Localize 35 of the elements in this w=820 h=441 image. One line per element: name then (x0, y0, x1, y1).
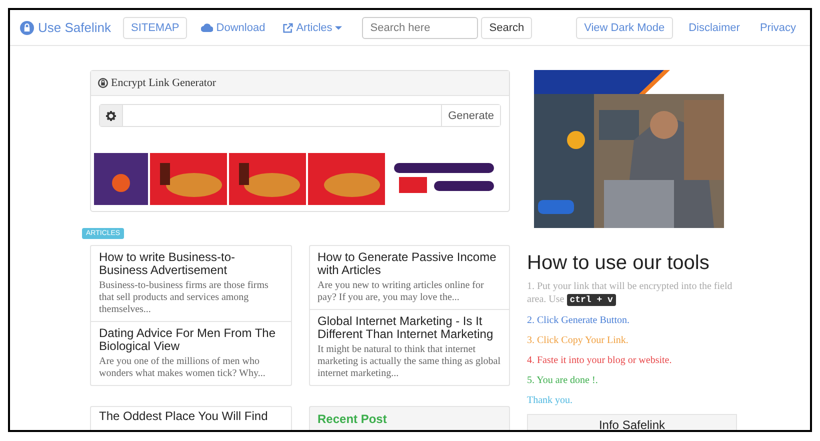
shortcut-key: ctrl + v (566, 294, 616, 306)
step-text: 1. Put your link that will be encrypted into the field area. Use ctrl + v (527, 280, 734, 307)
step-text: 5. You are done !. (527, 374, 599, 387)
article-title[interactable]: Global Internet Marketing - Is It Different Than Internet Marketing (318, 315, 501, 341)
article-card[interactable]: How to Generate Passive Income with Articles Are you new to writing articles online for pay? If you are, you may love the... (310, 246, 509, 310)
step-text: 3. Click Copy Your Link. (527, 334, 630, 347)
step-text: 4. Faste it into your blog or website. (527, 354, 673, 367)
brand-name: Use Safelink (38, 20, 111, 35)
article-excerpt: It might be natural to think that internet marketing is actually the same thing as global internet marketing... (318, 344, 501, 380)
cloud-icon (201, 23, 214, 32)
article-card[interactable]: Dating Advice For Men From The Biological View Are you one of the millions of men who wonders what makes women tick? Why... (91, 322, 290, 385)
caret-icon (335, 26, 342, 30)
lock-icon (98, 78, 108, 88)
search-field[interactable]: Search here (362, 16, 478, 38)
recent-post-heading: Recent Post (318, 412, 387, 426)
tools-heading: How to use our tools (527, 252, 710, 275)
article-card[interactable]: Global Internet Marketing - Is It Different Than Internet Marketing It might be natural to think that internet marketing is actually the same thing as global internet marketing... (310, 310, 509, 385)
panel-title: Encrypt Link Generator (111, 77, 216, 89)
external-link-icon (283, 22, 294, 32)
article-title[interactable]: Dating Advice For Men From The Biological View (99, 327, 282, 353)
lock-icon (20, 20, 34, 34)
download-label: Download (216, 22, 266, 34)
article-excerpt: Are you one of the millions of men who wonders what makes women tick? Why... (99, 356, 266, 380)
article-title[interactable]: How to write Business-to-Business Advertisement (99, 251, 282, 277)
article-title[interactable]: How to Generate Passive Income with Articles (318, 251, 501, 277)
article-card[interactable]: How to write Business-to-Business Advertisement Business-to-business firms are those firms that sell products and services among themselves... (91, 246, 290, 322)
article-excerpt: Are you new to writing articles online for pay? If you are, you may love the... (318, 280, 485, 304)
articles-label: Articles (296, 22, 332, 34)
article-excerpt: Business-to-business firms are those firms that sell products and services among themselves... (99, 280, 270, 316)
article-card[interactable]: The Oddest Place You Will Find (90, 406, 292, 430)
search-button[interactable]: Search (481, 16, 532, 38)
step-text: 2. Click Generate Button. (527, 314, 630, 327)
step-text: Thank you. (527, 394, 574, 407)
article-title[interactable]: The Oddest Place You Will Find (99, 410, 282, 423)
info-title: Info Safelink (598, 418, 666, 430)
